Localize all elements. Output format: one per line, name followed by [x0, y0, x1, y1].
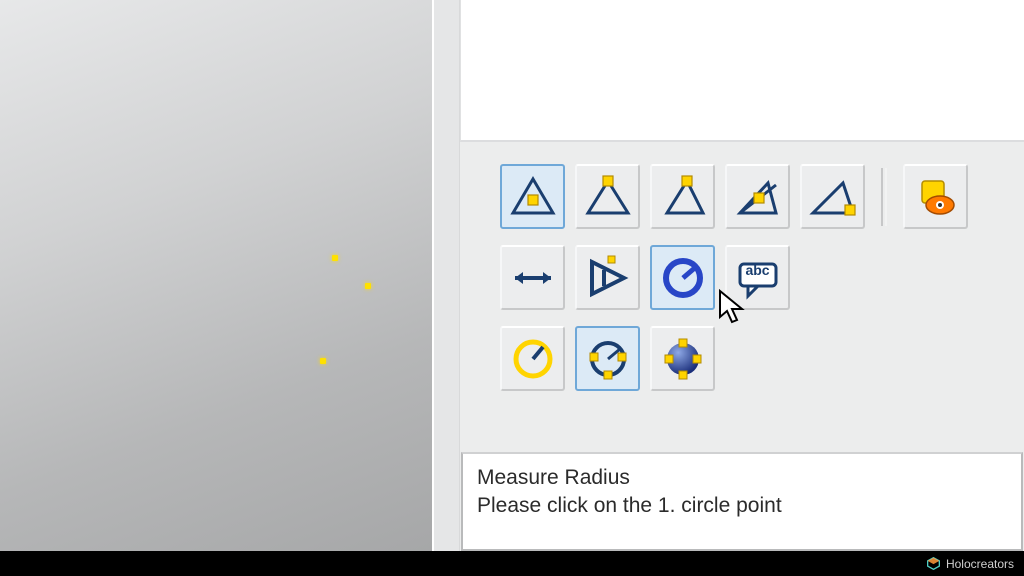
holocreators-logo-icon: [927, 557, 940, 570]
toolbar-separator: [881, 168, 887, 226]
triangle-point-in-icon: [509, 173, 557, 221]
point-marker: [365, 283, 371, 289]
toolbar-row-3: [500, 326, 1006, 391]
triangle-vertex-up-icon: [584, 173, 632, 221]
triangle-slant-icon: [809, 173, 857, 221]
status-hint: Please click on the 1. circle point: [477, 492, 1007, 520]
circle-points-button[interactable]: [575, 326, 640, 391]
select-triangle-button[interactable]: [500, 164, 565, 229]
status-title: Measure Radius: [477, 464, 1007, 492]
radius-circle-icon: [659, 254, 707, 302]
triangle-face-button[interactable]: [725, 164, 790, 229]
triangle-slant-button[interactable]: [800, 164, 865, 229]
measure-radius-button[interactable]: [650, 245, 715, 310]
measure-distance-button[interactable]: [500, 245, 565, 310]
sphere-nodes-icon: [659, 335, 707, 383]
circle-nodes-icon: [584, 335, 632, 383]
3d-viewport[interactable]: [0, 0, 432, 551]
measure-angle-button[interactable]: [575, 245, 640, 310]
triangle-face-dot-icon: [734, 173, 782, 221]
triangle-edge-button[interactable]: [650, 164, 715, 229]
visibility-toggle-button[interactable]: [903, 164, 968, 229]
status-panel: Measure Radius Please click on the 1. ci…: [461, 452, 1023, 551]
toolbar-row-2: abc: [500, 245, 1006, 310]
eye-square-icon: [912, 173, 960, 221]
panel-divider[interactable]: [432, 0, 460, 551]
abc-label: abc: [745, 262, 769, 278]
letter-a-tri-icon: [584, 254, 632, 302]
triangle-edge-icon: [659, 173, 707, 221]
clock-icon: [509, 335, 557, 383]
arrows-h-icon: [509, 254, 557, 302]
annotation-label-button[interactable]: abc: [725, 245, 790, 310]
clock-measure-button[interactable]: [500, 326, 565, 391]
watermark-text: Holocreators: [946, 557, 1014, 571]
point-marker: [332, 255, 338, 261]
sphere-measure-button[interactable]: [650, 326, 715, 391]
app-window: abc: [0, 0, 1024, 551]
point-marker: [320, 358, 326, 364]
watermark-bar: Holocreators: [0, 551, 1024, 576]
upper-content-area: [460, 0, 1024, 142]
triangle-vertex-button[interactable]: [575, 164, 640, 229]
toolbar-row-1: [500, 164, 1006, 229]
